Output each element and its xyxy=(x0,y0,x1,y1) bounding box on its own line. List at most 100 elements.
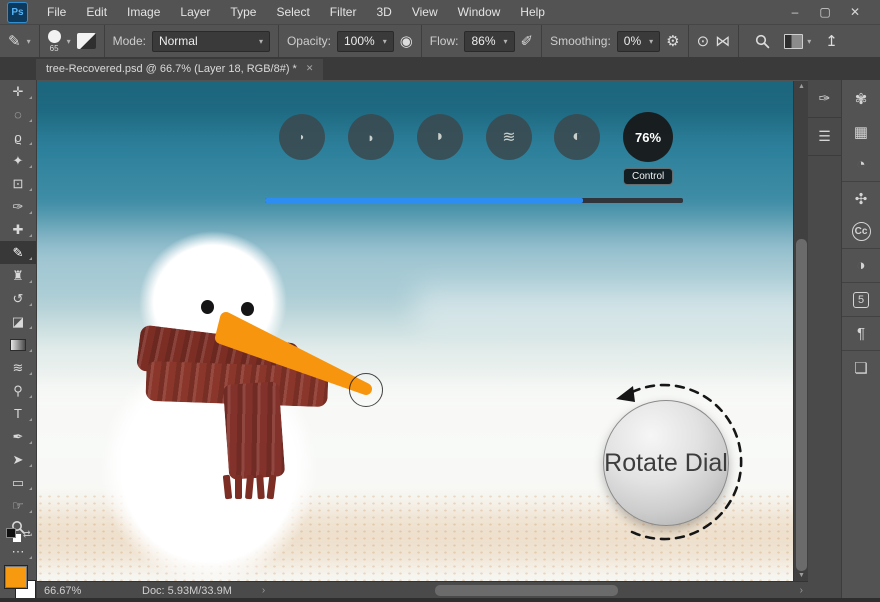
history-brush-icon: ↺ xyxy=(13,291,24,307)
dial-progress-track[interactable] xyxy=(265,198,683,203)
history-brush-tool[interactable]: ↺ xyxy=(0,287,36,310)
hand-tool[interactable]: ☞ xyxy=(0,494,36,517)
dial-value-circle[interactable]: 76% xyxy=(623,112,673,162)
menu-help[interactable]: Help xyxy=(510,0,555,24)
scroll-down-icon[interactable]: ▼ xyxy=(794,570,809,581)
paths-panel-button[interactable]: ✣ xyxy=(842,182,880,215)
healing-brush-tool[interactable]: ✚ xyxy=(0,218,36,241)
menu-edit[interactable]: Edit xyxy=(76,0,117,24)
flow-value: 86% xyxy=(471,34,495,48)
mode-dropdown[interactable]: Normal ▾ xyxy=(152,31,270,52)
brush-tip-small-button[interactable]: ◗ xyxy=(279,114,325,160)
brush-settings-panel-button[interactable]: ✑ xyxy=(808,80,841,118)
zoom-level-field[interactable]: 66.67% xyxy=(44,585,106,597)
gradients-panel-button[interactable]: ◔ xyxy=(842,148,880,182)
swatches-panel-button[interactable]: ▦ xyxy=(842,115,880,148)
airbrush-icon[interactable]: ✐ xyxy=(521,32,534,50)
default-swatches[interactable] xyxy=(6,528,24,542)
control-badge: Control xyxy=(623,168,673,185)
menu-3d[interactable]: 3D xyxy=(366,0,401,24)
color-panel-icon: ✾ xyxy=(855,90,868,108)
brush-preview: 65 xyxy=(48,30,61,53)
vertical-scrollbar-thumb[interactable] xyxy=(796,239,807,571)
marquee-tool[interactable]: ◌ xyxy=(0,103,36,126)
mini-foreground-swatch xyxy=(6,528,16,538)
symmetry-butterfly-icon[interactable]: ⋈ xyxy=(715,32,730,50)
scroll-up-icon[interactable]: ▲ xyxy=(794,81,809,92)
workspace-switcher[interactable]: ▾ xyxy=(784,34,811,49)
quick-selection-icon: ✦ xyxy=(13,153,24,169)
menu-image[interactable]: Image xyxy=(117,0,170,24)
opacity-value: 100% xyxy=(344,34,375,48)
brush-tip-medium-icon: ◗ xyxy=(367,130,375,145)
canvas-area[interactable]: ◗ ◗ ◗ ≋ ◐ 76% Control Rotate Dial xyxy=(36,81,793,581)
menu-type[interactable]: Type xyxy=(220,0,266,24)
tab-close-icon[interactable]: ✕ xyxy=(306,63,314,74)
menu-view[interactable]: View xyxy=(402,0,448,24)
maximize-button[interactable]: ▢ xyxy=(810,0,840,24)
brush-tip-large-button[interactable]: ◗ xyxy=(417,114,463,160)
type-tool[interactable]: T xyxy=(0,402,36,425)
menu-filter[interactable]: Filter xyxy=(320,0,367,24)
dodge-tool[interactable]: ⚲ xyxy=(0,379,36,402)
share-icon[interactable]: ↥ xyxy=(825,32,838,50)
minimize-button[interactable]: – xyxy=(780,0,810,24)
menu-window[interactable]: Window xyxy=(448,0,511,24)
path-select-tool[interactable]: ➤ xyxy=(0,448,36,471)
workspace-icon xyxy=(784,34,803,49)
gear-icon[interactable]: ⚙ xyxy=(666,32,679,50)
vertical-scrollbar[interactable]: ▲ ▼ xyxy=(793,81,809,581)
brush-dual-button[interactable]: ◐ xyxy=(554,114,600,160)
brushes-panel-button[interactable]: ☰ xyxy=(808,118,841,156)
gradients-panel-icon: ◔ xyxy=(856,156,865,173)
opacity-pressure-icon[interactable]: ◉ xyxy=(400,32,413,50)
rotate-dial[interactable]: Rotate Dial xyxy=(603,400,729,526)
move-tool[interactable]: ✛ xyxy=(0,80,36,103)
dial-progress-fill xyxy=(265,198,583,203)
size-pressure-icon[interactable]: ⊙ xyxy=(697,32,710,50)
pen-tool[interactable]: ✒ xyxy=(0,425,36,448)
search-button[interactable] xyxy=(755,34,770,49)
gradient-tool[interactable] xyxy=(0,333,36,356)
brush-tip-medium-button[interactable]: ◗ xyxy=(348,114,394,160)
toggle-brush-settings-icon[interactable] xyxy=(77,33,96,49)
libraries-panel-button[interactable]: Cc xyxy=(842,215,880,249)
lasso-tool[interactable]: ϱ xyxy=(0,126,36,149)
flow-dropdown[interactable]: 86% ▾ xyxy=(464,31,514,52)
edit-toolbar-tool[interactable]: ⋯ xyxy=(0,540,36,563)
paragraph-panel-button[interactable]: ¶ xyxy=(842,317,880,351)
brush-preset-picker[interactable]: 65 ▾ xyxy=(40,25,105,57)
crop-tool[interactable]: ⊡ xyxy=(0,172,36,195)
chevron-down-icon: ▾ xyxy=(504,37,508,46)
chevron-down-icon: ▾ xyxy=(27,37,31,46)
smudge-tool[interactable]: ≋ xyxy=(0,356,36,379)
brush-cursor xyxy=(349,373,383,407)
shape-tool[interactable]: ▭ xyxy=(0,471,36,494)
document-tab[interactable]: tree-Recovered.psd @ 66.7% (Layer 18, RG… xyxy=(36,57,323,80)
adjustments-panel-button[interactable]: ◑ xyxy=(842,249,880,283)
opacity-dropdown[interactable]: 100% ▾ xyxy=(337,31,394,52)
brush-texture-button[interactable]: ≋ xyxy=(486,114,532,160)
quick-selection-tool[interactable]: ✦ xyxy=(0,149,36,172)
brush-tool[interactable]: ✎ xyxy=(0,241,36,264)
tool-preset-picker[interactable]: ✎ ▾ xyxy=(0,25,40,57)
foreground-color-swatch[interactable] xyxy=(4,565,28,589)
color-panel-button[interactable]: ✾ xyxy=(842,82,880,115)
scroll-right-icon[interactable]: › xyxy=(800,585,803,596)
close-button[interactable]: ✕ xyxy=(840,0,870,24)
layers-panel-button[interactable]: ❏ xyxy=(842,351,880,384)
horizontal-scrollbar-thumb[interactable] xyxy=(435,585,618,596)
smoothing-dropdown[interactable]: 0% ▾ xyxy=(617,31,660,52)
clone-stamp-tool[interactable]: ♜ xyxy=(0,264,36,287)
menu-layer[interactable]: Layer xyxy=(170,0,220,24)
menu-select[interactable]: Select xyxy=(266,0,319,24)
eyedropper-tool[interactable]: ✑ xyxy=(0,195,36,218)
eraser-tool[interactable]: ◪ xyxy=(0,310,36,333)
gradient-icon xyxy=(10,339,26,351)
swap-colors-icon[interactable]: ⇄ xyxy=(23,529,31,540)
timeline-panel-button[interactable]: 5 xyxy=(842,283,880,317)
status-flyout-icon[interactable]: › xyxy=(262,585,265,596)
adjustments-panel-icon: ◑ xyxy=(856,257,865,274)
sky-dark-streak xyxy=(36,81,793,126)
menu-file[interactable]: File xyxy=(37,0,76,24)
